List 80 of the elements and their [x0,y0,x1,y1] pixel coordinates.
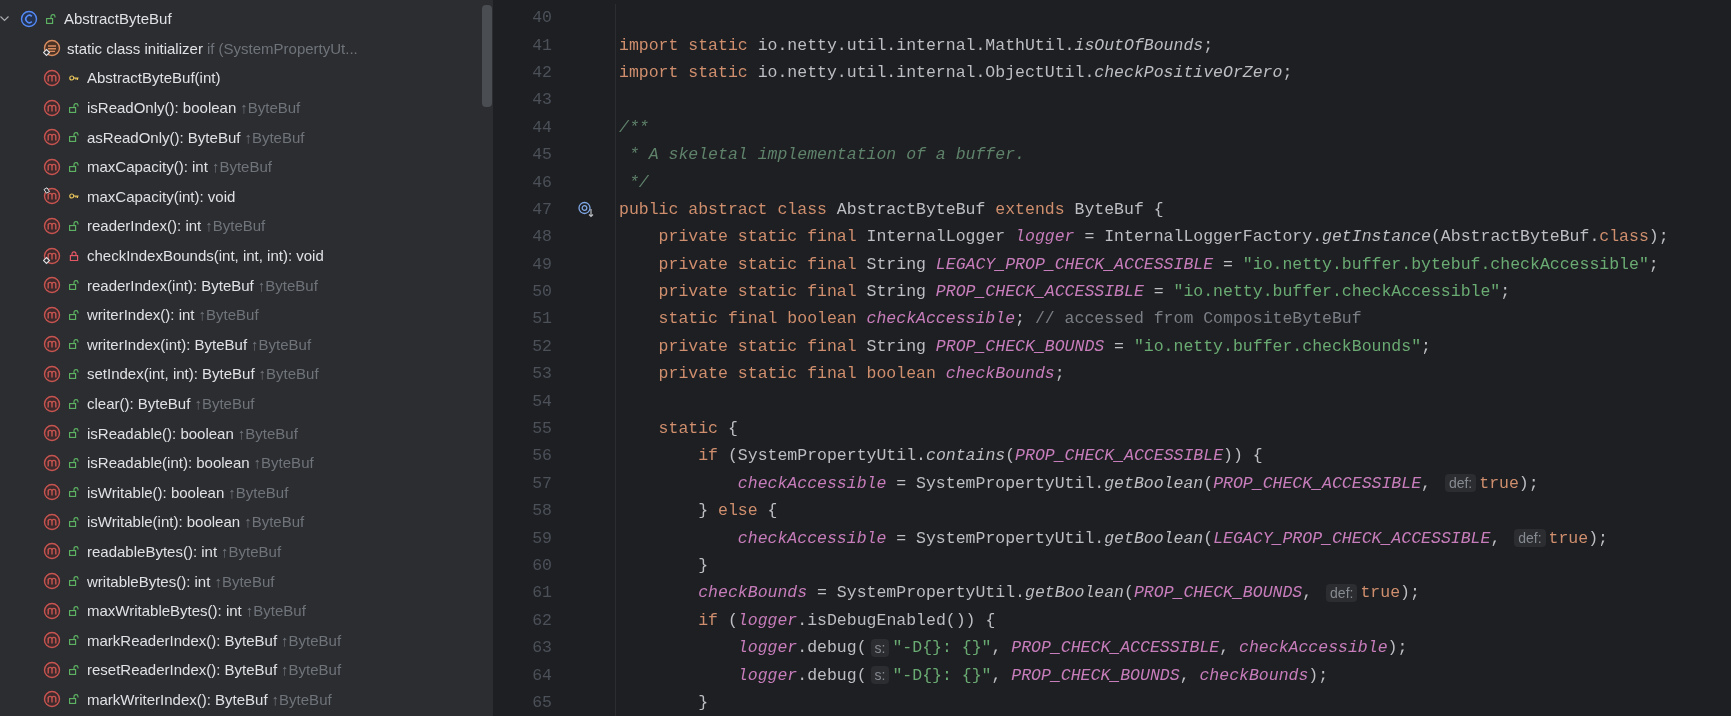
chevron-down-icon[interactable] [0,14,9,24]
member-name[interactable]: AbstractByteBuf(int) [87,69,221,87]
code-text: if (logger.isDebugEnabled()) { [698,610,996,630]
member-detail: ↑ByteBuf [205,217,266,235]
code-text: static { [658,419,738,439]
member-detail: ↑ByteBuf [211,158,272,176]
code-text: * A skeletal implementation of a buffer. [628,145,1025,165]
member-detail: ↑ByteBuf [245,602,306,620]
inlay-hint: s: [870,666,890,685]
member-name[interactable]: asReadOnly(): ByteBuf [87,128,241,146]
member-detail: ↑ByteBuf [228,483,289,501]
code-text: private static final boolean checkBounds; [658,364,1065,384]
member-name[interactable]: setIndex(int, int): ByteBuf [87,365,255,383]
implemented-icon[interactable] [578,200,595,218]
member-detail: ↑ByteBuf [271,690,332,708]
code-text: } [698,692,709,712]
member-detail: ↑ByteBuf [251,335,312,353]
inlay-hint: def: [1444,474,1477,493]
member-name[interactable]: readerIndex(int): ByteBuf [87,276,254,294]
member-detail: ↑ByteBuf [258,365,319,383]
member-name[interactable]: markReaderIndex(): ByteBuf [87,631,278,649]
member-detail: ↑ByteBuf [244,513,305,531]
code-text: true); [1360,583,1420,603]
member-name[interactable]: static class initializer [67,39,203,57]
member-name[interactable]: maxCapacity(): int [87,158,208,176]
code-text: static final boolean checkAccessible; // accessed from CompositeByteBuf [658,309,1362,329]
code-text: checkAccessible = SystemPropertyUtil.getBoolean(LEGACY_PROP_CHECK_ACCESSIBLE, [737,528,1502,548]
member-detail: ↑ByteBuf [194,395,255,412]
member-detail: ↑ByteBuf [198,306,259,324]
code-text: private static final String PROP_CHECK_ACCESSIBLE = "io.netty.buffer.checkAccessible"; [658,282,1511,302]
code-text: logger.debug( [737,638,867,658]
scrollbar-thumb[interactable] [482,5,492,107]
member-detail: ↑ByteBuf [240,99,301,117]
member-detail: ↑ByteBuf [281,631,342,649]
member-name[interactable]: readerIndex(): int [87,217,202,235]
member-detail: ↑ByteBuf [281,661,342,679]
code-text: checkBounds = SystemPropertyUtil.getBoolean(PROP_CHECK_BOUNDS, [698,583,1314,603]
member-detail: ↑ByteBuf [253,454,314,472]
member-name[interactable]: AbstractByteBuf [64,10,172,28]
code-text: "-D{}: {}", PROP_CHECK_BOUNDS, checkBounds); [892,665,1329,685]
code-text: } [698,556,709,575]
member-detail: ↑ByteBuf [237,424,298,442]
code-text: checkAccessible = SystemPropertyUtil.getBoolean(PROP_CHECK_ACCESSIBLE, [737,473,1432,493]
inlay-hint: s: [870,638,890,657]
member-name[interactable]: isWritable(): boolean [87,483,225,501]
member-detail: ↑ByteBuf [221,543,282,560]
code-text: import static io.netty.util.internal.MathUtil.isOutOfBounds; [619,35,1214,55]
inlay-hint: def: [1326,583,1358,602]
member-name[interactable]: maxCapacity(int): void [87,187,236,205]
member-name[interactable]: isReadable(int): boolean [87,454,250,472]
code-text: public abstract class AbstractByteBuf extends ByteBuf { [619,199,1164,219]
member-name[interactable]: writableBytes(): int [87,572,211,590]
member-name[interactable]: readableBytes(): int [87,543,218,560]
code-text: */ [628,172,649,192]
member-detail: if (SystemPropertyUt... [206,39,358,57]
code-text: import static io.netty.util.internal.ObjectUtil.checkPositiveOrZero; [619,62,1293,82]
member-name[interactable]: resetReaderIndex(): ByteBuf [87,661,278,679]
member-name[interactable]: isWritable(int): boolean [87,513,241,531]
code-text: } else { [698,501,778,521]
member-detail: ↑ByteBuf [244,128,305,146]
inlay-hint: def: [1514,529,1546,548]
code-text: private static final String PROP_CHECK_BOUNDS = "io.netty.buffer.checkBounds"; [658,336,1431,356]
code-text: private static final InternalLogger logger = InternalLoggerFactory.getInstance(AbstractByteBuf.class); [658,227,1669,247]
code-text: logger.debug( [737,665,867,685]
code-text: true); [1479,473,1539,493]
member-name[interactable]: isReadable(): boolean [87,424,234,442]
member-name[interactable]: markWriterIndex(): ByteBuf [87,690,268,708]
member-detail: ↑ByteBuf [257,276,318,294]
code-text: /** [619,117,649,137]
code-text: private static final String LEGACY_PROP_CHECK_ACCESSIBLE = "io.netty.buffer.bytebuf.checkAccessible"; [658,254,1659,274]
member-detail: ↑ByteBuf [214,572,275,590]
member-name[interactable]: writerIndex(int): ByteBuf [87,335,248,353]
member-name[interactable]: clear(): ByteBuf [87,395,191,412]
member-name[interactable]: writerIndex(): int [87,306,195,324]
code-text: true); [1548,528,1608,548]
member-name[interactable]: isReadOnly(): boolean [87,99,237,117]
member-name[interactable]: maxWritableBytes(): int [87,602,242,620]
member-name[interactable]: checkIndexBounds(int, int, int): void [87,247,324,265]
code-text: "-D{}: {}", PROP_CHECK_ACCESSIBLE, checkAccessible); [892,638,1408,658]
code-text: if (SystemPropertyUtil.contains(PROP_CHECK_ACCESSIBLE)) { [698,446,1263,466]
